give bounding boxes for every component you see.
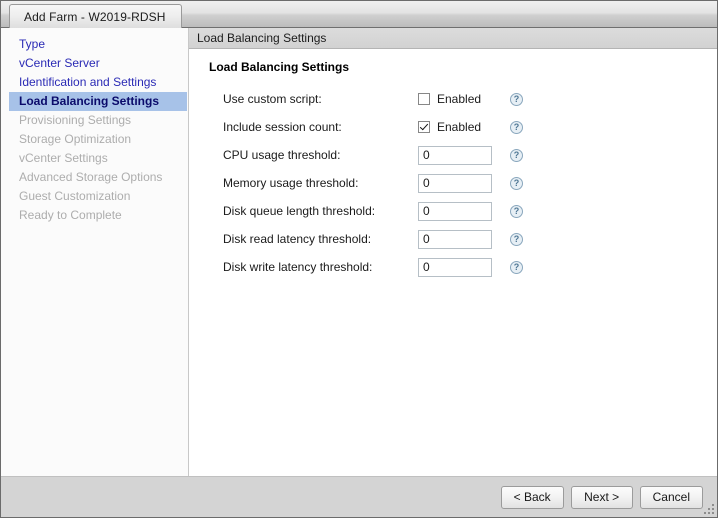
label-disk-write-latency-threshold: Disk write latency threshold: [223, 260, 373, 274]
field-include-session-count: Enabled [418, 120, 496, 134]
sidebar-item-guest-customization: Guest Customization [19, 189, 131, 203]
window-title: Add Farm - W2019-RDSH [24, 9, 166, 24]
form-row-include-session-count: Include session count: Enabled ? [223, 113, 717, 141]
content-header-title: Load Balancing Settings [197, 31, 327, 45]
wizard-step-sidebar: Type vCenter Server Identification and S… [1, 28, 189, 476]
field-memory-usage-threshold [418, 173, 496, 193]
input-disk-queue-length-threshold[interactable] [418, 201, 492, 221]
wizard-body: Type vCenter Server Identification and S… [1, 28, 717, 476]
label-disk-queue-length-threshold: Disk queue length threshold: [223, 204, 376, 218]
label-disk-read-latency-threshold: Disk read latency threshold: [223, 232, 372, 246]
window-titlebar: Add Farm - W2019-RDSH [1, 1, 717, 28]
sidebar-item-type[interactable]: Type [1, 35, 188, 54]
add-farm-wizard-window: Add Farm - W2019-RDSH Type vCenter Serve… [0, 0, 718, 518]
sidebar-item-storage-optimization: Storage Optimization [19, 132, 132, 146]
help-icon-use-custom-script[interactable]: ? [510, 92, 523, 106]
form-row-disk-queue-length-threshold: Disk queue length threshold: ? [223, 197, 717, 225]
cancel-button[interactable]: Cancel [639, 485, 703, 509]
input-disk-read-latency-threshold[interactable] [418, 229, 492, 249]
form-row-memory-usage-threshold: Memory usage threshold: ? [223, 169, 717, 197]
window-title-tab: Add Farm - W2019-RDSH [9, 4, 183, 28]
checkbox-label-include-session-count: Enabled [437, 120, 482, 134]
help-icon-disk-read-latency-threshold[interactable]: ? [510, 232, 523, 246]
wizard-footer: < Back Next > Cancel [1, 476, 717, 517]
field-disk-read-latency-threshold [418, 229, 496, 249]
form-row-disk-read-latency-threshold: Disk read latency threshold: ? [223, 225, 717, 253]
input-cpu-usage-threshold[interactable] [418, 145, 492, 165]
label-cpu-usage-threshold: CPU usage threshold: [223, 148, 341, 162]
input-memory-usage-threshold[interactable] [418, 173, 492, 193]
checkbox-use-custom-script[interactable] [418, 93, 430, 105]
sidebar-item-identification-and-settings[interactable]: Identification and Settings [1, 73, 188, 92]
form-row-disk-write-latency-threshold: Disk write latency threshold: ? [223, 253, 717, 281]
help-icon-disk-queue-length-threshold[interactable]: ? [510, 204, 523, 218]
field-cpu-usage-threshold [418, 145, 496, 165]
label-include-session-count: Include session count: [223, 120, 342, 134]
label-use-custom-script: Use custom script: [223, 92, 322, 106]
help-icon-cpu-usage-threshold[interactable]: ? [510, 148, 523, 162]
field-disk-write-latency-threshold [418, 257, 496, 277]
help-icon-memory-usage-threshold[interactable]: ? [510, 176, 523, 190]
form-row-cpu-usage-threshold: CPU usage threshold: ? [223, 141, 717, 169]
field-use-custom-script: Enabled [418, 92, 496, 106]
back-button[interactable]: < Back [500, 485, 564, 509]
sidebar-item-ready-to-complete: Ready to Complete [19, 208, 122, 222]
label-memory-usage-threshold: Memory usage threshold: [223, 176, 359, 190]
input-disk-write-latency-threshold[interactable] [418, 257, 492, 277]
content-form-area: Load Balancing Settings Use custom scrip… [189, 49, 717, 476]
content-header-bar: Load Balancing Settings [189, 28, 717, 49]
field-disk-queue-length-threshold [418, 201, 496, 221]
sidebar-item-vcenter-server[interactable]: vCenter Server [1, 54, 188, 73]
sidebar-item-advanced-storage-options: Advanced Storage Options [19, 170, 163, 184]
next-button[interactable]: Next > [570, 485, 633, 509]
sidebar-item-provisioning-settings: Provisioning Settings [19, 113, 132, 127]
sidebar-item-load-balancing-settings[interactable]: Load Balancing Settings [9, 92, 187, 111]
form-row-use-custom-script: Use custom script: Enabled ? [223, 85, 717, 113]
wizard-content-panel: Load Balancing Settings Load Balancing S… [189, 28, 717, 476]
resize-grip[interactable] [703, 503, 714, 514]
page-title: Load Balancing Settings [209, 60, 350, 74]
help-icon-include-session-count[interactable]: ? [510, 120, 523, 134]
sidebar-item-vcenter-settings: vCenter Settings [19, 151, 108, 165]
checkbox-include-session-count[interactable] [418, 121, 430, 133]
help-icon-disk-write-latency-threshold[interactable]: ? [510, 260, 523, 274]
checkbox-label-use-custom-script: Enabled [437, 92, 482, 106]
